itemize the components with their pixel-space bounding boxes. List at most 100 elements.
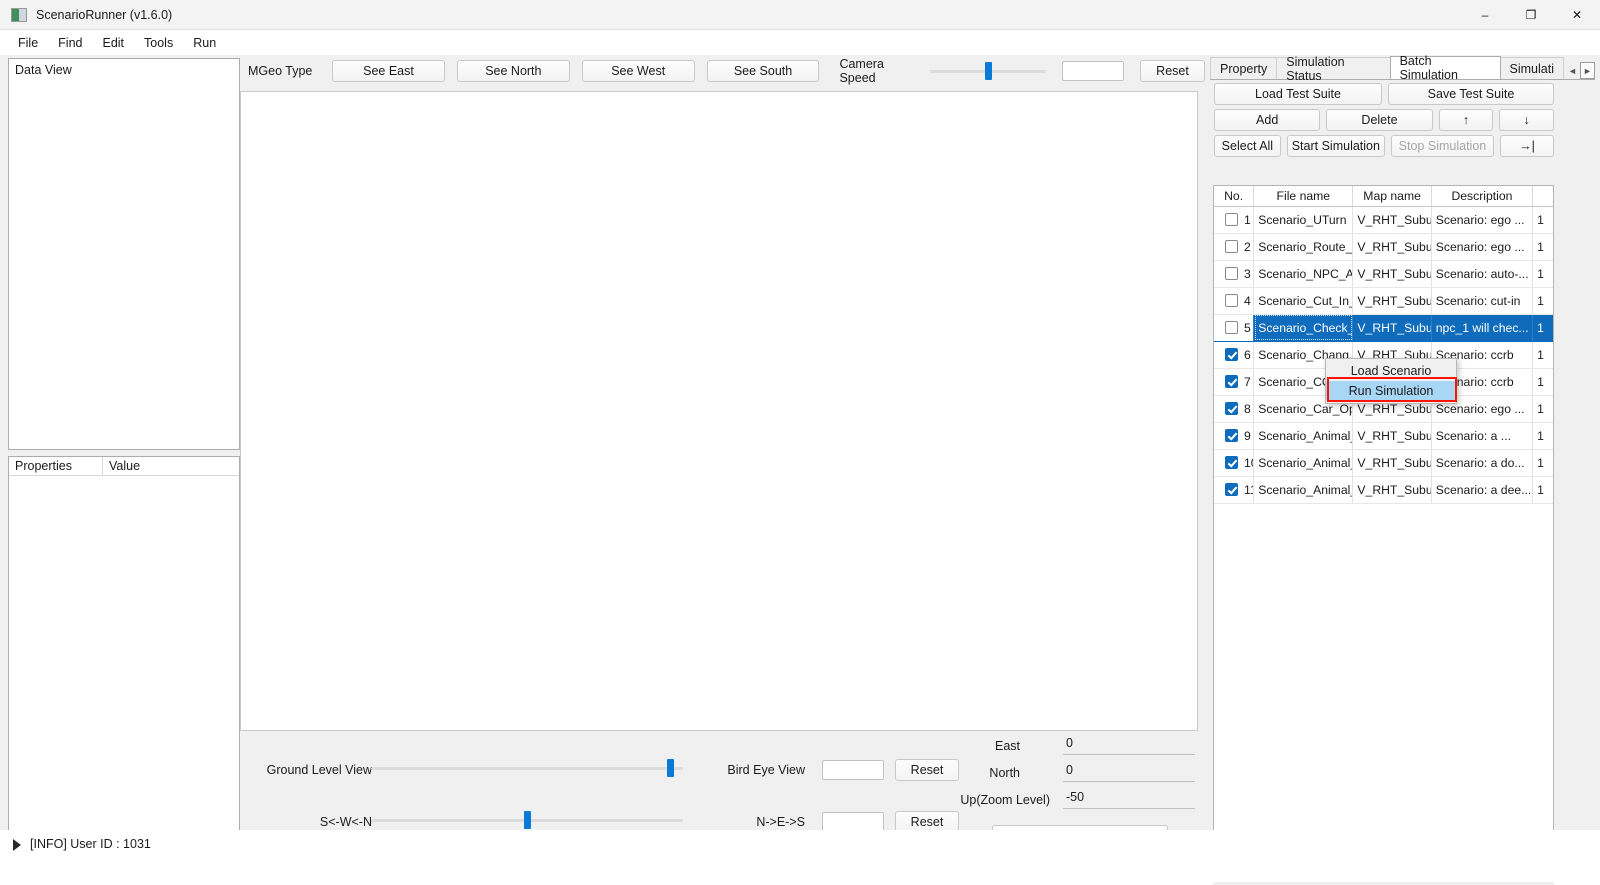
map-name-cell[interactable]: V_RHT_Suburb... <box>1353 449 1431 476</box>
extra-cell[interactable]: 1 <box>1533 449 1554 476</box>
menu-item-run[interactable]: Run <box>183 33 226 53</box>
ground-level-slider-thumb[interactable] <box>667 759 674 777</box>
row-checkbox[interactable] <box>1225 321 1238 334</box>
minimize-button[interactable]: – <box>1462 0 1508 30</box>
row-checkbox[interactable] <box>1225 240 1238 253</box>
extra-cell[interactable]: 1 <box>1533 395 1554 422</box>
description-cell[interactable]: Scenario: a do... <box>1431 449 1532 476</box>
row-checkbox[interactable] <box>1225 456 1238 469</box>
extra-cell[interactable]: 1 <box>1533 476 1554 503</box>
tab-batch-simulation[interactable]: Batch Simulation <box>1390 56 1501 79</box>
row-checkbox[interactable] <box>1225 483 1238 496</box>
row-checkbox[interactable] <box>1225 294 1238 307</box>
see-south-button[interactable]: See South <box>707 60 820 82</box>
description-cell[interactable]: Scenario: ego ... <box>1431 233 1532 260</box>
camera-speed-reset-button[interactable]: Reset <box>1140 60 1205 82</box>
map-name-cell[interactable]: V_RHT_Suburb... <box>1353 476 1431 503</box>
file-name-cell[interactable]: Scenario_UTurn <box>1254 206 1353 233</box>
extra-cell[interactable]: 1 <box>1533 206 1554 233</box>
step-simulation-button[interactable]: →| <box>1500 135 1554 157</box>
start-simulation-button[interactable]: Start Simulation <box>1287 135 1385 157</box>
row-number-cell[interactable]: 9 <box>1214 422 1254 449</box>
row-number-cell[interactable]: 4 <box>1214 287 1254 314</box>
extra-cell[interactable]: 1 <box>1533 260 1554 287</box>
data-view-panel[interactable]: Data View <box>8 58 240 450</box>
row-checkbox[interactable] <box>1225 429 1238 442</box>
row-number-cell[interactable]: 1 <box>1214 206 1254 233</box>
extra-cell[interactable]: 1 <box>1533 233 1554 260</box>
table-row[interactable]: 9Scenario_Animal_D...V_RHT_Suburb...Scen… <box>1214 422 1554 449</box>
expand-arrow-icon[interactable] <box>13 839 21 851</box>
map-name-cell[interactable]: V_RHT_Suburb... <box>1353 287 1431 314</box>
extra-cell[interactable]: 1 <box>1533 422 1554 449</box>
file-name-cell[interactable]: Scenario_Animal_D... <box>1254 422 1353 449</box>
tab-simulation-overflow[interactable]: Simulati <box>1500 57 1564 79</box>
column-header-extra[interactable] <box>1533 186 1554 206</box>
extra-cell[interactable]: 1 <box>1533 368 1554 395</box>
column-header-map-name[interactable]: Map name <box>1353 186 1431 206</box>
tab-property[interactable]: Property <box>1210 57 1277 79</box>
scenario-table-container[interactable]: No. File name Map name Description 1Scen… <box>1213 185 1554 840</box>
tab-scroll-right-icon[interactable]: ► <box>1580 62 1595 79</box>
load-test-suite-button[interactable]: Load Test Suite <box>1214 83 1382 105</box>
map-name-cell[interactable]: V_RHT_Suburb... <box>1353 422 1431 449</box>
file-name-cell[interactable]: Scenario_Cut_In_1 <box>1254 287 1353 314</box>
file-name-cell[interactable]: Scenario_NPC_ACC <box>1254 260 1353 287</box>
nes-input[interactable] <box>822 812 884 832</box>
east-input[interactable]: 0 <box>1063 736 1195 755</box>
camera-speed-slider[interactable] <box>930 62 1047 80</box>
up-zoom-level-input[interactable]: -50 <box>1063 790 1195 809</box>
extra-cell[interactable]: 1 <box>1533 287 1554 314</box>
properties-panel[interactable]: Properties Value <box>8 456 240 831</box>
extra-cell[interactable]: 1 <box>1533 314 1554 341</box>
table-row[interactable]: 1Scenario_UTurnV_RHT_Suburb...Scenario: … <box>1214 206 1554 233</box>
context-menu-item-run-simulation[interactable]: Run Simulation <box>1326 381 1456 401</box>
row-number-cell[interactable]: 5 <box>1214 314 1254 341</box>
north-input[interactable]: 0 <box>1063 763 1195 782</box>
menu-item-file[interactable]: File <box>8 33 48 53</box>
camera-speed-slider-thumb[interactable] <box>985 62 992 80</box>
column-header-description[interactable]: Description <box>1431 186 1532 206</box>
see-north-button[interactable]: See North <box>457 60 570 82</box>
table-row[interactable]: 3Scenario_NPC_ACCV_RHT_Suburb...Scenario… <box>1214 260 1554 287</box>
maximize-button[interactable]: ❐ <box>1508 0 1554 30</box>
file-name-cell[interactable]: Scenario_Route_Eg... <box>1254 233 1353 260</box>
move-up-button[interactable]: ↑ <box>1439 109 1494 131</box>
row-checkbox[interactable] <box>1225 402 1238 415</box>
map-name-cell[interactable]: V_RHT_Suburb... <box>1353 314 1431 341</box>
menu-item-tools[interactable]: Tools <box>134 33 183 53</box>
description-cell[interactable]: Scenario: auto-... <box>1431 260 1532 287</box>
select-all-button[interactable]: Select All <box>1214 135 1281 157</box>
description-cell[interactable]: Scenario: cut-in <box>1431 287 1532 314</box>
row-checkbox[interactable] <box>1225 348 1238 361</box>
move-down-button[interactable]: ↓ <box>1499 109 1554 131</box>
table-row[interactable]: 5Scenario_Check_Tl...V_RHT_Suburb...npc_… <box>1214 314 1554 341</box>
description-cell[interactable]: Scenario: a dee... <box>1431 476 1532 503</box>
menu-item-edit[interactable]: Edit <box>92 33 134 53</box>
table-row[interactable]: 2Scenario_Route_Eg...V_RHT_Suburb...Scen… <box>1214 233 1554 260</box>
row-number-cell[interactable]: 10 <box>1214 449 1254 476</box>
swn-slider[interactable] <box>371 811 683 829</box>
map-name-cell[interactable]: V_RHT_Suburb... <box>1353 260 1431 287</box>
description-cell[interactable]: Scenario: ego ... <box>1431 206 1532 233</box>
tab-simulation-status[interactable]: Simulation Status <box>1276 57 1390 79</box>
column-header-no[interactable]: No. <box>1214 186 1254 206</box>
camera-speed-input[interactable] <box>1062 61 1124 81</box>
file-name-cell[interactable]: Scenario_Animal_D... <box>1254 476 1353 503</box>
column-header-file-name[interactable]: File name <box>1254 186 1353 206</box>
description-cell[interactable]: Scenario: a ... <box>1431 422 1532 449</box>
ground-level-view-slider[interactable] <box>371 759 683 777</box>
file-name-cell[interactable]: Scenario_Animal_D... <box>1254 449 1353 476</box>
add-button[interactable]: Add <box>1214 109 1320 131</box>
table-row[interactable]: 10Scenario_Animal_D...V_RHT_Suburb...Sce… <box>1214 449 1554 476</box>
swn-slider-thumb[interactable] <box>524 811 531 829</box>
row-checkbox[interactable] <box>1225 267 1238 280</box>
extra-cell[interactable]: 1 <box>1533 341 1554 368</box>
delete-button[interactable]: Delete <box>1326 109 1432 131</box>
row-number-cell[interactable]: 8 <box>1214 395 1254 422</box>
row-number-cell[interactable]: 7 <box>1214 368 1254 395</box>
row-number-cell[interactable]: 3 <box>1214 260 1254 287</box>
close-button[interactable]: ✕ <box>1554 0 1600 30</box>
see-west-button[interactable]: See West <box>582 60 695 82</box>
menu-item-find[interactable]: Find <box>48 33 92 53</box>
